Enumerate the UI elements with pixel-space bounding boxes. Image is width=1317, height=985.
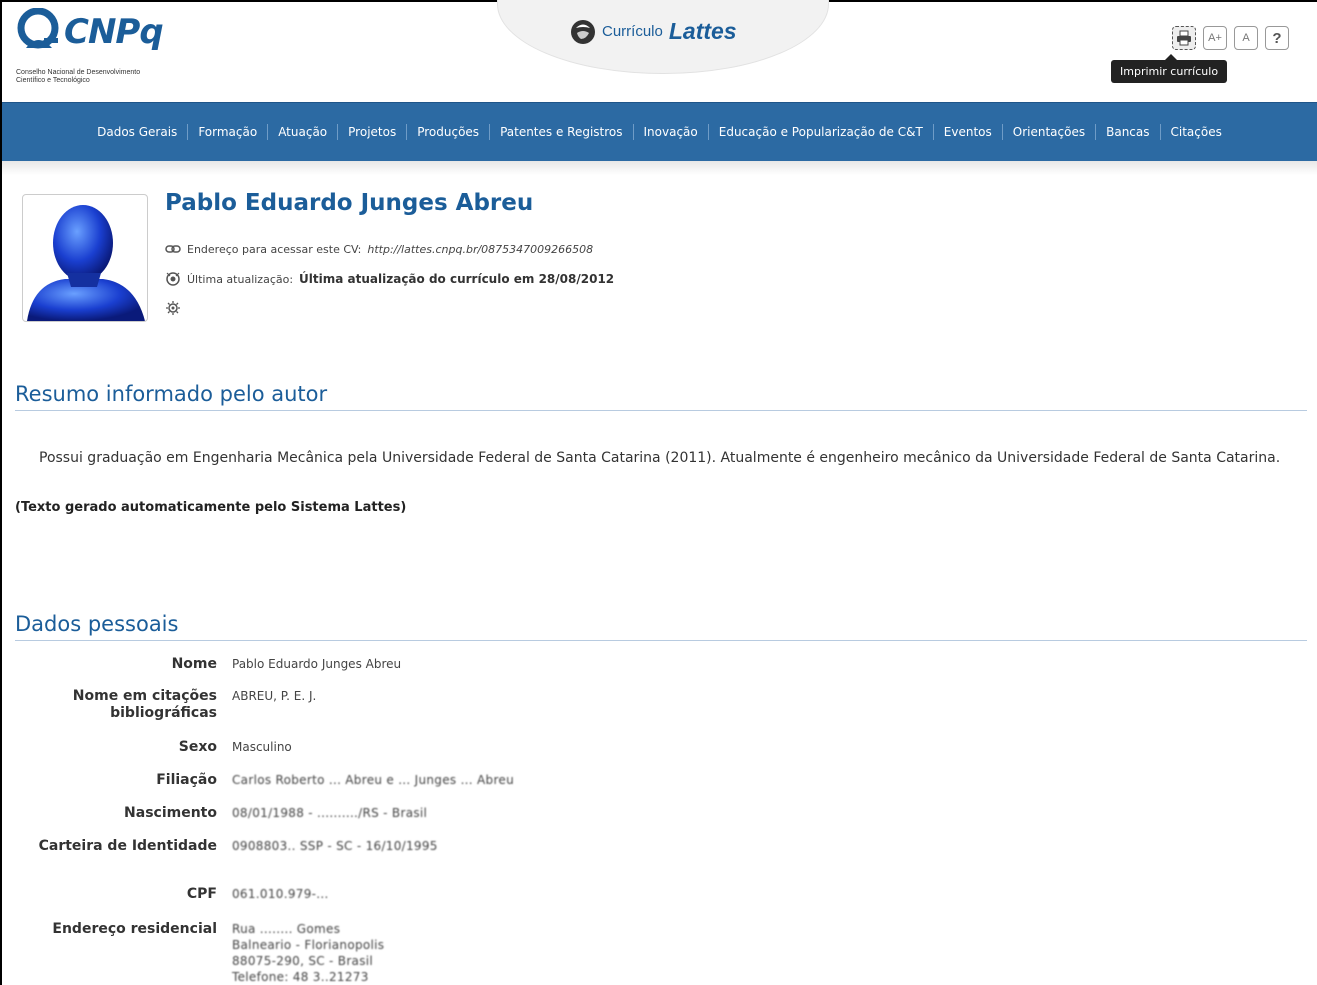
profile-name: Pablo Eduardo Junges Abreu bbox=[165, 190, 534, 216]
app-title: Currículo Lattes bbox=[570, 18, 737, 45]
address-line: Balneario - Florianopolis bbox=[232, 938, 385, 952]
dados-key: Nascimento bbox=[124, 805, 217, 821]
dados-title: Dados pessoais bbox=[15, 612, 1307, 641]
nav-item-producoes[interactable]: Produções bbox=[406, 124, 489, 140]
nav-item-orientacoes[interactable]: Orientações bbox=[1001, 124, 1095, 140]
dados-value: Carlos Roberto ... Abreu e ... Junges ..… bbox=[232, 773, 515, 787]
update-icon bbox=[166, 272, 180, 286]
dados-value: 0908803.. SSP - SC - 16/10/1995 bbox=[232, 839, 438, 853]
printer-icon bbox=[1177, 30, 1191, 46]
cnpq-logo[interactable]: CNPq Conselho Nacional de Desenvolviment… bbox=[16, 8, 186, 90]
header: CNPq Conselho Nacional de Desenvolviment… bbox=[2, 0, 1317, 102]
dados-value: 08/01/1988 - ........../RS - Brasil bbox=[232, 806, 428, 820]
nav-item-eventos[interactable]: Eventos bbox=[932, 124, 1002, 140]
update-label: Última atualização: bbox=[187, 272, 294, 286]
gear-icon[interactable] bbox=[165, 300, 181, 316]
dados-key: Filiação bbox=[156, 772, 217, 788]
cv-url-link[interactable]: http://lattes.cnpq.br/0875347009266508 bbox=[367, 243, 593, 256]
dados-key: CPF bbox=[186, 886, 217, 902]
dados-row: Carteira de Identidade 0908803.. SSP - S… bbox=[15, 838, 438, 855]
dados-key: Carteira de Identidade bbox=[38, 838, 217, 854]
nav-item-atuacao[interactable]: Atuação bbox=[267, 124, 337, 140]
app-title-main: Lattes bbox=[668, 18, 737, 44]
dados-value: Pablo Eduardo Junges Abreu bbox=[232, 657, 402, 671]
dados-value: ABREU, P. E. J. bbox=[232, 689, 317, 703]
dados-value: Masculino bbox=[232, 740, 292, 754]
nav-item-inovacao[interactable]: Inovação bbox=[632, 124, 708, 140]
logo-text: CNPq bbox=[64, 12, 164, 52]
logo-subtitle-line: Científico e Tecnológico bbox=[16, 77, 90, 84]
dados-value-multiline: Rua ........ Gomes Balneario - Florianop… bbox=[232, 921, 384, 985]
avatar bbox=[22, 194, 148, 322]
nav-item-patentes[interactable]: Patentes e Registros bbox=[489, 124, 632, 140]
nav-item-bancas[interactable]: Bancas bbox=[1095, 124, 1159, 140]
cnpq-mark-icon bbox=[17, 8, 59, 49]
print-tooltip: Imprimir currículo bbox=[1111, 54, 1228, 83]
user-silhouette-icon bbox=[27, 205, 145, 321]
dados-row: Nome Pablo Eduardo Junges Abreu bbox=[15, 656, 402, 673]
nav-item-formacao[interactable]: Formação bbox=[187, 124, 267, 140]
nav-shadow bbox=[2, 161, 1317, 175]
dados-row: Nascimento 08/01/1988 - ........../RS - … bbox=[15, 805, 427, 822]
logo-subtitle: Conselho Nacional de Desenvolvimento Cie… bbox=[16, 69, 186, 85]
dados-row: Nome em citações bibliográficas ABREU, P… bbox=[15, 688, 317, 722]
address-line: Rua ........ Gomes bbox=[232, 922, 341, 936]
print-button[interactable] bbox=[1172, 26, 1196, 50]
app-title-prefix: Currículo bbox=[602, 23, 663, 40]
resumo-title: Resumo informado pelo autor bbox=[15, 382, 1307, 411]
address-line: 88075-290, SC - Brasil bbox=[232, 954, 374, 968]
resumo-auto-note: (Texto gerado automaticamente pelo Siste… bbox=[15, 500, 407, 515]
help-button[interactable]: ? bbox=[1265, 26, 1289, 50]
settings-line bbox=[165, 300, 181, 316]
dados-row: CPF 061.010.979-... bbox=[15, 886, 329, 903]
font-increase-button[interactable]: A+ bbox=[1203, 26, 1227, 50]
nav-item-dados-gerais[interactable]: Dados Gerais bbox=[87, 124, 187, 140]
cv-url-line: Endereço para acessar este CV: http://lat… bbox=[165, 241, 593, 257]
dados-key: Sexo bbox=[178, 739, 217, 755]
update-line: Última atualização: Última atualização d… bbox=[165, 271, 614, 287]
dados-value: 061.010.979-... bbox=[232, 887, 329, 901]
link-icon bbox=[165, 245, 181, 253]
resumo-text: Possui graduação em Engenharia Mecânica … bbox=[39, 450, 1281, 466]
nav-item-citacoes[interactable]: Citações bbox=[1159, 124, 1232, 140]
main-nav: Dados Gerais Formação Atuação Projetos P… bbox=[2, 102, 1317, 164]
cv-url-label: Endereço para acessar este CV: bbox=[187, 242, 362, 256]
toolbar: A+ A ? bbox=[1172, 26, 1289, 50]
dados-row: Filiação Carlos Roberto ... Abreu e ... … bbox=[15, 772, 514, 789]
dados-key: Endereço residencial bbox=[52, 921, 217, 937]
nav-item-educacao[interactable]: Educação e Popularização de C&T bbox=[707, 124, 933, 140]
logo-subtitle-line: Conselho Nacional de Desenvolvimento bbox=[16, 69, 141, 76]
address-line: Telefone: 48 3..21273 bbox=[232, 970, 369, 984]
update-value: Última atualização do currículo em 28/08… bbox=[299, 272, 615, 286]
dados-key: Nome bbox=[171, 656, 217, 672]
font-default-button[interactable]: A bbox=[1234, 26, 1258, 50]
nav-item-projetos[interactable]: Projetos bbox=[337, 124, 406, 140]
lattes-logo-icon bbox=[571, 19, 595, 44]
dados-row: Sexo Masculino bbox=[15, 739, 292, 756]
dados-row: Endereço residencial Rua ........ Gomes … bbox=[15, 921, 384, 985]
dados-key: Nome em citações bibliográficas bbox=[72, 688, 217, 721]
